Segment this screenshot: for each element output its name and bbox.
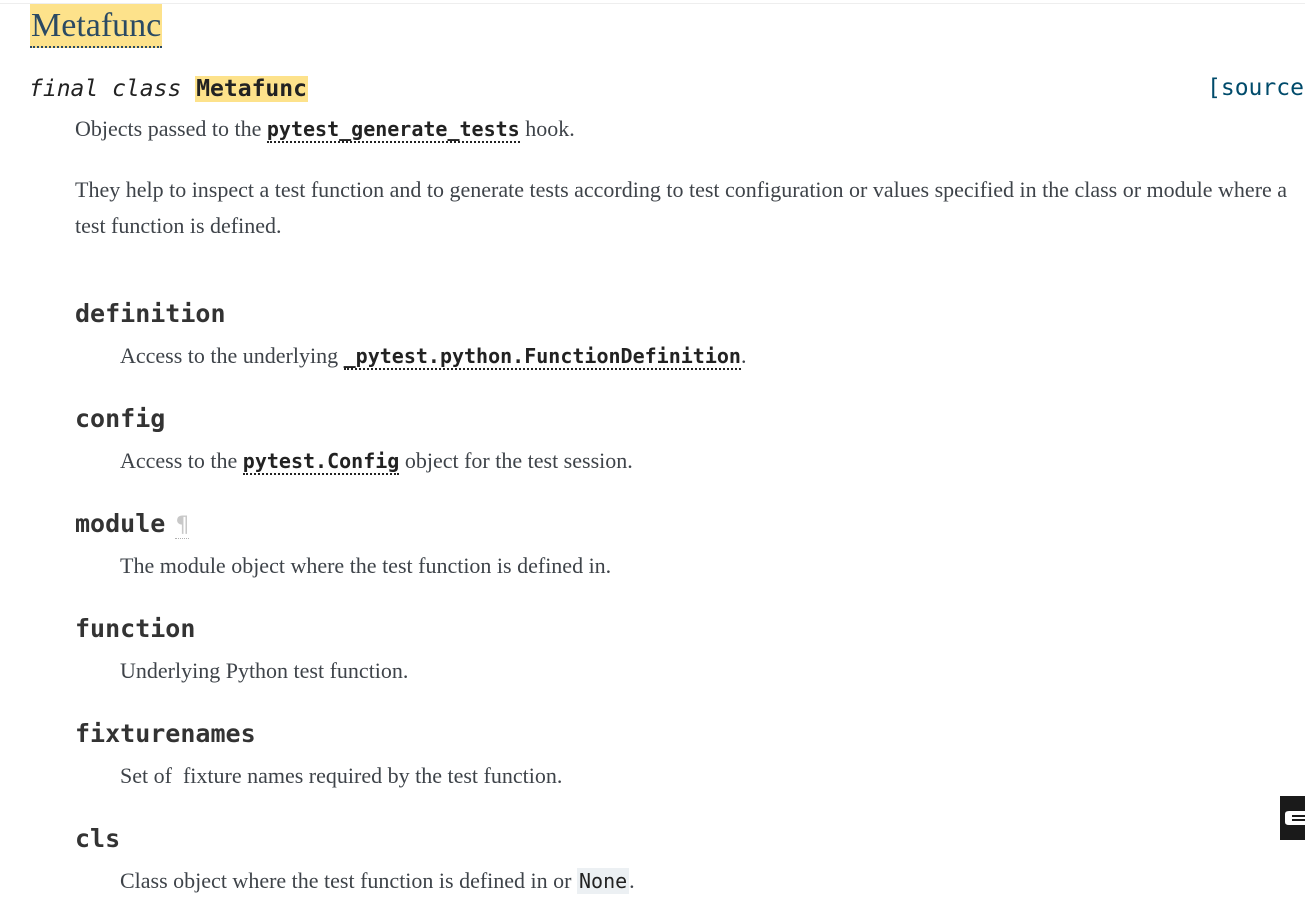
top-divider: [0, 3, 1305, 4]
floating-book-button[interactable]: [1280, 796, 1305, 840]
attr-desc-text: Access to the: [120, 448, 238, 473]
source-link[interactable]: [source: [1207, 72, 1304, 104]
attr-desc-function: Underlying Python test function.: [120, 658, 409, 683]
attr-desc-fixturenames: Set of fixture names required by the tes…: [120, 763, 563, 788]
attr-desc-definition: Access to the underlying _pytest.python.…: [120, 341, 746, 371]
attr-name-module: module ¶: [75, 508, 190, 542]
attr-desc-text: object for the test session.: [404, 448, 633, 473]
signature-prefix: final class: [29, 76, 182, 102]
attr-name-function: function: [75, 614, 196, 643]
intro-line: Objects passed to the pytest_generate_te…: [75, 113, 575, 145]
attr-name-cls: cls: [75, 824, 121, 853]
hook-link[interactable]: pytest_generate_tests: [266, 117, 520, 143]
attr-name-text: module: [75, 509, 166, 538]
signature-class-name: Metafunc: [195, 76, 308, 102]
attr-desc-config: Access to the pytest.Config object for t…: [120, 446, 633, 476]
attr-desc-text: .: [629, 868, 635, 893]
attr-desc-text: Access to the underlying: [120, 343, 339, 368]
page-title[interactable]: Metafunc: [30, 4, 163, 48]
permalink-icon[interactable]: ¶: [175, 513, 190, 539]
attr-desc-text: .: [740, 343, 747, 368]
book-icon: [1285, 811, 1305, 825]
intro-text-after: hook.: [525, 116, 575, 141]
intro-paragraph: They help to inspect a test function and…: [75, 177, 1288, 238]
attr-desc-module: The module object where the test functio…: [120, 553, 612, 578]
attr-desc-cls: Class object where the test function is …: [120, 866, 635, 896]
none-literal: None: [577, 868, 630, 894]
attr-name-config: config: [75, 404, 166, 433]
attr-name-fixturenames: fixturenames: [75, 719, 256, 748]
pytest-config-link[interactable]: pytest.Config: [242, 449, 400, 475]
function-definition-link[interactable]: _pytest.python.FunctionDefinition: [343, 344, 741, 370]
class-signature: final class Metafunc: [29, 73, 308, 105]
intro-text-before: Objects passed to the: [75, 116, 262, 141]
attr-desc-text: Class object where the test function is …: [120, 868, 572, 893]
attr-name-definition: definition: [75, 299, 226, 328]
